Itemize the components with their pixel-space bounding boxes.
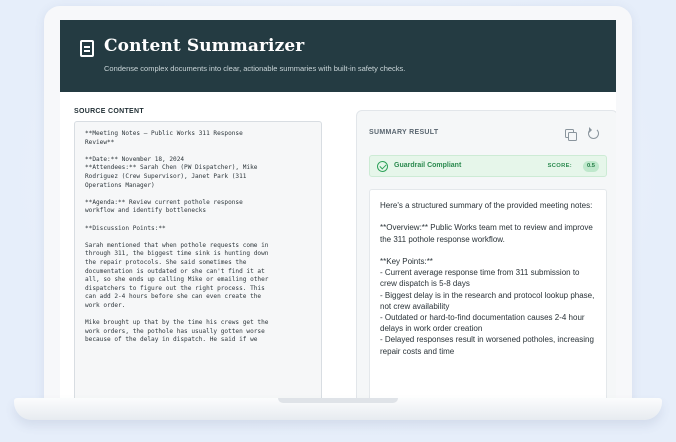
refresh-icon[interactable] (588, 127, 599, 139)
app-window: Content Summarizer Condense complex docu… (60, 20, 616, 406)
source-label: SOURCE CONTENT (74, 108, 144, 115)
laptop-base (14, 398, 662, 420)
page-subtitle: Condense complex documents into clear, a… (104, 64, 406, 73)
document-icon (80, 40, 94, 57)
guardrail-label: Guardrail Compliant (394, 162, 462, 169)
copy-icon[interactable] (565, 129, 577, 141)
page-title: Content Summarizer (104, 36, 305, 56)
score-label: SCORE: (547, 163, 572, 169)
guardrail-status: Guardrail Compliant SCORE: 0.5 (369, 155, 607, 177)
source-panel: SOURCE CONTENT **Meeting Notes – Public … (74, 108, 326, 406)
check-circle-icon (377, 161, 388, 172)
score-badge: 0.5 (582, 161, 599, 172)
summary-panel: SUMMARY RESULT Guardrail Compliant SCORE… (356, 110, 616, 406)
source-textarea[interactable]: **Meeting Notes – Public Works 311 Respo… (74, 121, 322, 406)
summary-result-label: SUMMARY RESULT (369, 129, 439, 136)
summary-output: Here's a structured summary of the provi… (369, 189, 607, 406)
summary-text: Here's a structured summary of the provi… (380, 201, 595, 356)
laptop-frame: Content Summarizer Condense complex docu… (44, 6, 632, 406)
source-text: **Meeting Notes – Public Works 311 Respo… (85, 130, 269, 344)
app-header: Content Summarizer Condense complex docu… (60, 20, 616, 92)
laptop-notch (278, 398, 398, 403)
